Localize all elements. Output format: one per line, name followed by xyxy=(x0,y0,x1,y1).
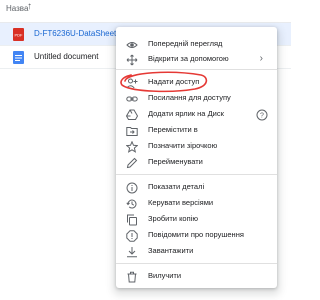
menu-item-label: Посилання для доступу xyxy=(148,93,231,102)
move-folder-icon xyxy=(126,125,138,137)
menu-item-label: Завантажити xyxy=(148,246,194,255)
person-add-icon xyxy=(126,77,138,89)
info-icon xyxy=(126,182,138,194)
file-name: Untitled document xyxy=(34,52,99,61)
menu-item-label: Зробити копію xyxy=(148,214,198,223)
menu-item-label: Попередній перегляд xyxy=(148,39,223,48)
chevron-right-icon: › xyxy=(259,53,263,64)
sort-arrow-up-icon[interactable]: ↑ xyxy=(27,1,32,12)
sort-by-name-label[interactable]: Назва xyxy=(6,4,28,13)
menu-item-label: Повідомити про порушення xyxy=(148,230,244,239)
menu-item-rename[interactable]: Перейменувати xyxy=(116,154,277,172)
menu-item-label: Перемістити в xyxy=(148,125,198,134)
help-icon[interactable]: ? xyxy=(256,108,268,121)
doc-icon xyxy=(13,51,24,64)
pencil-icon xyxy=(126,157,138,169)
context-menu: Попередній перегляд Відкрити за допомого… xyxy=(116,27,277,288)
download-icon xyxy=(126,246,138,258)
menu-item-open-with[interactable]: Відкрити за допомогою › xyxy=(116,51,277,69)
menu-item-label: Додати ярлик на Диск xyxy=(148,109,224,118)
svg-text:PDF: PDF xyxy=(15,33,24,38)
menu-item-label: Позначити зірочкою xyxy=(148,141,218,150)
menu-item-label: Вилучити xyxy=(148,271,182,280)
menu-divider xyxy=(116,263,277,264)
menu-item-remove[interactable]: Вилучити xyxy=(116,268,277,286)
menu-divider xyxy=(116,174,277,175)
star-icon xyxy=(126,141,138,153)
menu-item-label: Показати деталі xyxy=(148,182,205,191)
svg-text:?: ? xyxy=(260,113,264,120)
pdf-icon: PDF xyxy=(13,28,24,41)
menu-divider xyxy=(116,69,277,70)
report-icon xyxy=(126,230,138,242)
menu-item-label: Надати доступ xyxy=(148,77,200,86)
drive-shortcut-icon xyxy=(126,109,138,121)
menu-item-download[interactable]: Завантажити xyxy=(116,243,277,261)
menu-item-label: Керувати версіями xyxy=(148,198,214,207)
trash-icon xyxy=(126,271,138,283)
link-icon xyxy=(126,93,138,105)
file-list-header: Назва ↑ xyxy=(0,0,291,23)
eye-icon xyxy=(126,39,138,51)
copy-icon xyxy=(126,214,138,226)
menu-item-label: Відкрити за допомогою xyxy=(148,54,229,63)
open-with-icon xyxy=(126,54,138,66)
history-icon xyxy=(126,198,138,210)
menu-item-label: Перейменувати xyxy=(148,157,203,166)
